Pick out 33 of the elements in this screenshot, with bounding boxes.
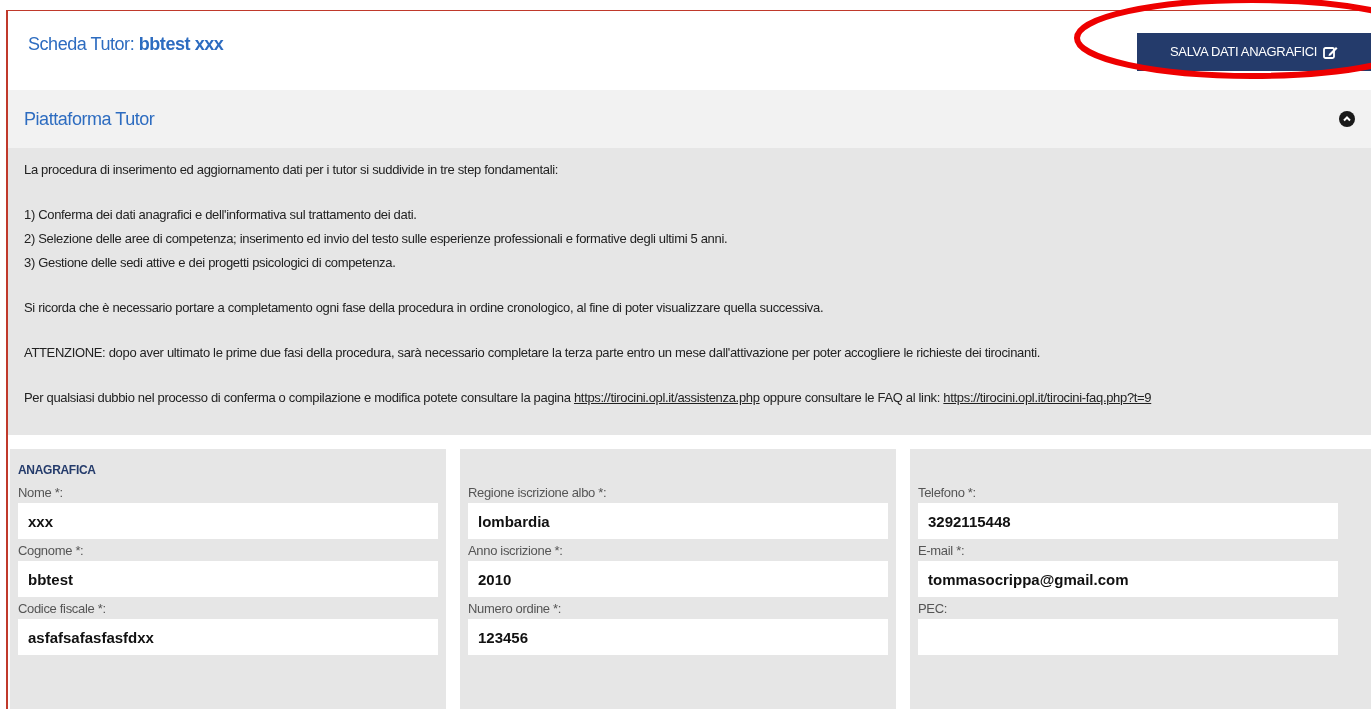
field-label: Regione iscrizione albo *: — [468, 484, 608, 502]
body-text: Per qualsiasi dubbio nel processo di conferma o compilazione e modifica potete consultare la pagina https://tirocini.opl.it/assistenza.php oppure consultare le FAQ al link: https://tirocini.opl.it/tirocini-faq.php?t=9 — [24, 388, 1153, 407]
body-text: Si ricorda che è necessario portare a completamento ogni fase della procedura in ordine cronologico, al fine di poter visualizzare quella successiva. — [24, 298, 825, 317]
field-label: Telefono *: — [918, 484, 977, 502]
input-field[interactable]: 3292115448 — [918, 503, 1338, 539]
body-text: La procedura di inserimento ed aggiornamento dati per i tutor si suddivide in tre step fondamentali: — [24, 160, 560, 179]
field-label: Numero ordine *: — [468, 600, 563, 618]
field-label: Anno iscrizione *: — [468, 542, 564, 560]
input-field[interactable]: asfafsafasfasfdxx — [18, 619, 438, 655]
edit-icon — [1323, 45, 1339, 59]
field-label: E-mail *: — [918, 542, 966, 560]
input-field[interactable]: bbtest — [18, 561, 438, 597]
page-title: Scheda Tutor: bbtest xxx — [28, 33, 224, 56]
help-link[interactable]: https://tirocini.opl.it/assistenza.php — [573, 389, 760, 405]
section-heading: ANAGRAFICA — [18, 462, 97, 479]
input-field[interactable]: 123456 — [468, 619, 888, 655]
collapse-button[interactable] — [1339, 111, 1355, 128]
body-text: 3) Gestione delle sedi attive e dei progetti psicologici di competenza. — [24, 253, 397, 272]
input-field[interactable]: lombardia — [468, 503, 888, 539]
field-label: Cognome *: — [18, 542, 85, 560]
field-label: Nome *: — [18, 484, 64, 502]
panel-title: Piattaforma Tutor — [24, 107, 155, 131]
input-field[interactable] — [918, 619, 1338, 655]
field-label: Codice fiscale *: — [18, 600, 107, 618]
body-text: ATTENZIONE: dopo aver ultimato le prime due fasi della procedura, sarà necessario completare la terza parte entro un mese dall'attivazione per poter accogliere le richieste dei tirocinanti. — [24, 343, 1041, 362]
input-field[interactable]: 2010 — [468, 561, 888, 597]
help-link[interactable]: https://tirocini.opl.it/tirocini-faq.php?t=9 — [943, 389, 1152, 405]
body-text: 2) Selezione delle aree di competenza; inserimento ed invio del testo sulle esperienze professionali e formative degli ultimi 5 anni. — [24, 229, 729, 248]
save-button[interactable]: SALVA DATI ANAGRAFICI — [1137, 33, 1371, 71]
body-text: 1) Conferma dei dati anagrafici e dell'informativa sul trattamento dei dati. — [24, 205, 418, 224]
input-field[interactable]: tommasocrippa@gmail.com — [918, 561, 1338, 597]
field-label: PEC: — [918, 600, 949, 618]
input-field[interactable]: xxx — [18, 503, 438, 539]
